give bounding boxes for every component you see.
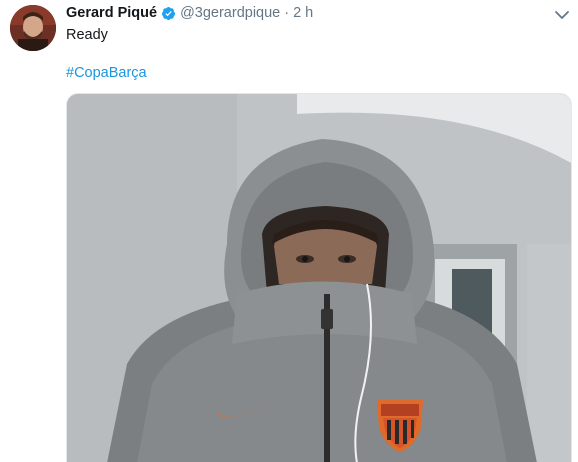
verified-badge-icon xyxy=(161,6,176,21)
tweet-timestamp[interactable]: 2 h xyxy=(293,5,313,21)
tweet-card: Gerard Piqué @3gerardpique · 2 h Ready #… xyxy=(0,0,578,462)
photo-image xyxy=(67,94,571,462)
avatar-image xyxy=(10,5,56,51)
tweet-photo[interactable] xyxy=(66,93,572,462)
author-name[interactable]: Gerard Piqué xyxy=(66,5,157,21)
separator-dot: · xyxy=(284,5,290,21)
chevron-down-icon[interactable] xyxy=(554,8,570,20)
avatar[interactable] xyxy=(10,5,56,51)
tweet-text: Ready xyxy=(66,27,108,43)
hashtag-link[interactable]: #CopaBarça xyxy=(66,63,147,83)
author-handle[interactable]: @3gerardpique xyxy=(180,5,280,21)
tweet-header: Gerard Piqué @3gerardpique · 2 h xyxy=(66,3,313,23)
